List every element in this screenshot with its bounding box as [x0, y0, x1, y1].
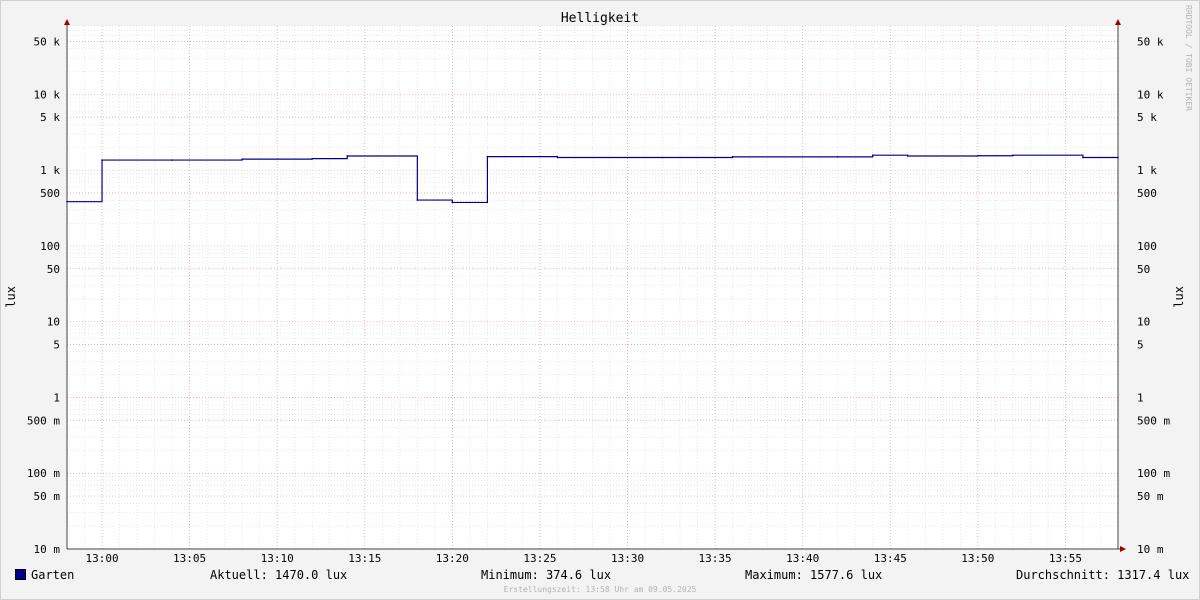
y-tick-label-left: 500 m [27, 414, 60, 427]
series-point-garten [907, 155, 909, 157]
legend-average: Durchschnitt: 1317.4 lux [1016, 568, 1190, 582]
y-tick-label-right: 50 k [1137, 35, 1164, 48]
legend-maximum: Maximum: 1577.6 lux [745, 568, 883, 582]
y-tick-label-left: 5 k [40, 111, 60, 124]
y-tick-label-right: 10 k [1137, 88, 1164, 101]
series-point-garten [101, 159, 103, 161]
series-point-garten [241, 158, 243, 160]
y-tick-label-left: 10 m [34, 543, 61, 556]
y-tick-label-left: 1 k [40, 164, 60, 177]
y-tick-label-right: 1 k [1137, 164, 1157, 177]
y-tick-label-left: 50 [47, 263, 60, 276]
legend-minimum: Minimum: 374.6 lux [481, 568, 612, 582]
y-tick-label-right: 50 [1137, 263, 1150, 276]
x-tick-label: 13:40 [786, 552, 819, 565]
series-point-garten [486, 155, 489, 158]
chart-plot: 50 k 50 k 10 k 10 k 5 k 5 k 1 k 1 k 500 500 100 100… [27, 19, 1170, 565]
y-tick-label-left: 50 k [34, 35, 61, 48]
x-tick-label: 13:30 [611, 552, 644, 565]
y-tick-label-right: 1 [1137, 391, 1144, 404]
series-point-garten [416, 199, 419, 201]
y-tick-label-right: 500 m [1137, 414, 1170, 427]
x-axis-arrow [1120, 546, 1126, 552]
y-tick-label-left: 100 [40, 240, 60, 253]
y-tick-label-left: 1 [53, 391, 60, 404]
series-point-garten [836, 156, 839, 158]
series-point-garten [871, 154, 874, 156]
legend-swatch [15, 569, 26, 580]
series-point-garten [171, 159, 173, 161]
y-tick-label-right: 100 m [1137, 467, 1170, 480]
y-tick-label-right: 100 [1137, 240, 1157, 253]
series-point-garten [731, 156, 734, 158]
x-tick-label: 13:45 [874, 552, 907, 565]
series-point-garten [977, 154, 979, 157]
x-tick-label: 13:50 [961, 552, 994, 565]
legend-current: Aktuell: 1470.0 lux [210, 568, 348, 582]
y-tick-label-right: 5 k [1137, 111, 1157, 124]
y-tick-label-right: 500 [1137, 187, 1157, 200]
series-point-garten [556, 156, 559, 159]
x-tick-label: 13:55 [1049, 552, 1082, 565]
y-tick-label-left: 500 [40, 187, 60, 200]
x-tick-label: 13:00 [85, 552, 118, 565]
x-tick-label: 13:35 [699, 552, 732, 565]
y-tick-label-left: 10 k [34, 88, 61, 101]
y-tick-label-left: 5 [53, 339, 60, 352]
series-point-garten [1012, 154, 1014, 156]
y-axis-arrow-right [1115, 19, 1121, 25]
legend-series-name: Garten [31, 568, 75, 582]
series-point-garten [1082, 156, 1084, 159]
series-point-garten [311, 157, 314, 160]
series-point-garten [1117, 156, 1119, 159]
x-tick-label: 13:05 [173, 552, 206, 565]
y-axis-arrow-left [64, 19, 70, 25]
y-tick-label-right: 10 [1137, 316, 1150, 329]
series-point-garten [346, 155, 349, 157]
series-point-garten [661, 156, 664, 159]
y-tick-label-left: 50 m [34, 490, 61, 503]
y-tick-label-left: 10 [47, 316, 60, 329]
x-tick-label: 13:15 [348, 552, 381, 565]
y-tick-label-right: 50 m [1137, 490, 1164, 503]
x-tick-label: 13:25 [523, 552, 556, 565]
y-tick-label-right: 10 m [1137, 543, 1164, 556]
creation-time: Erstellungszeit: 13:58 Uhr am 09.05.2025 [503, 585, 697, 594]
y-tick-label-left: 100 m [27, 467, 60, 480]
legend-entry-garten: Garten [15, 568, 74, 582]
series-point-garten [451, 201, 454, 204]
x-tick-label: 13:20 [436, 552, 469, 565]
x-tick-label: 13:10 [261, 552, 294, 565]
series-point-garten [66, 200, 68, 203]
y-tick-label-right: 5 [1137, 339, 1144, 352]
